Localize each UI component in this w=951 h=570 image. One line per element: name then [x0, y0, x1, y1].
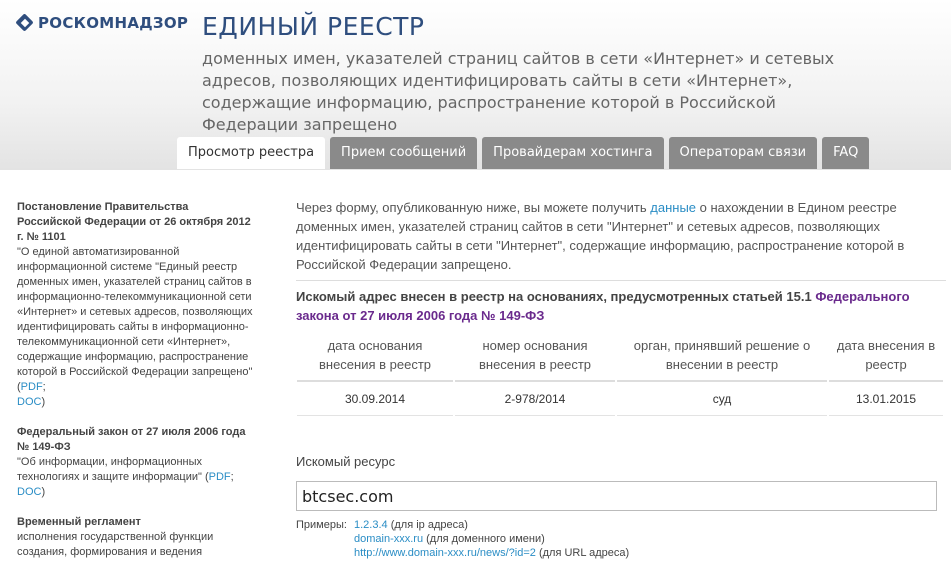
examples-label: Примеры: — [296, 519, 347, 531]
doc-doc-link[interactable]: DOC — [17, 486, 41, 498]
tab-telecom-operators[interactable]: Операторам связи — [668, 137, 818, 169]
doc-separator: ; — [42, 381, 46, 393]
page-subtitle: доменных имен, указателей страниц сайтов… — [202, 49, 835, 134]
roskomnadzor-logo-icon — [16, 14, 34, 32]
doc-doc-link[interactable]: DOC — [17, 396, 41, 408]
column-header: номер основания внесения в реестр — [455, 334, 615, 382]
example-row: http://www.domain-xxx.ru/news/?id=2 (для… — [296, 546, 629, 560]
doc-end: ) — [41, 486, 46, 498]
example-ip-link[interactable]: 1.2.3.4 — [354, 519, 388, 531]
doc-title: Временный регламент — [17, 516, 141, 528]
doc-separator: ; — [230, 471, 234, 483]
column-header: дата внесения в реестр — [829, 334, 943, 382]
column-header: орган, принявший решение о внесении в ре… — [617, 334, 827, 382]
doc-title: Постановление Правительства Российской Ф… — [17, 201, 251, 243]
doc-description: исполнения государственной функции созда… — [17, 531, 214, 558]
doc-end: ) — [41, 396, 46, 408]
example-url-note: (для URL адреса) — [535, 547, 630, 559]
intro-text: Через форму, опубликованную ниже, вы мож… — [296, 198, 946, 281]
data-link[interactable]: данные — [650, 200, 696, 215]
main-content: Через форму, опубликованную ниже, вы мож… — [296, 198, 946, 416]
registry-basis: Искомый адрес внесен в реестр на основан… — [296, 287, 946, 325]
example-domain-link[interactable]: domain-xxx.ru — [354, 533, 423, 545]
example-ip-note: (для ip адреса) — [387, 519, 468, 531]
tab-hosting-providers[interactable]: Провайдерам хостинга — [482, 137, 664, 169]
sidebar-doc: Федеральный закон от 27 июля 2006 года №… — [17, 425, 253, 500]
doc-description-text: "Об информации, информационных технологи… — [17, 456, 209, 483]
table-cell: суд — [617, 382, 827, 416]
doc-description: "О единой автоматизированной информацион… — [17, 245, 253, 410]
tab-registry-view[interactable]: Просмотр реестра — [177, 137, 326, 169]
doc-description-text: "О единой автоматизированной информацион… — [17, 246, 253, 393]
tab-messages[interactable]: Прием сообщений — [330, 137, 478, 169]
doc-description: "Об информации, информационных технологи… — [17, 455, 253, 500]
table-cell: 13.01.2015 — [829, 382, 943, 416]
logo[interactable]: РОСКОМНАДЗОР — [16, 14, 188, 32]
table-header-row: дата основания внесения в реестр номер о… — [297, 334, 943, 382]
logo-text: РОСКОМНАДЗОР — [38, 14, 189, 32]
sidebar-doc: Временный регламент исполнения государст… — [17, 515, 253, 560]
sidebar-doc: Постановление Правительства Российской Ф… — [17, 200, 253, 410]
page-title: ЕДИНЫЙ РЕЕСТР — [202, 12, 425, 41]
resource-input[interactable] — [296, 481, 937, 511]
column-header: дата основания внесения в реестр — [297, 334, 453, 382]
intro-text-start: Через форму, опубликованную ниже, вы мож… — [296, 200, 651, 215]
resource-label: Искомый ресурс — [296, 454, 396, 469]
tab-faq[interactable]: FAQ — [822, 137, 870, 169]
basis-text: Искомый адрес внесен в реестр на основан… — [296, 289, 816, 304]
example-ip: 1.2.3.4 (для ip адреса) — [354, 518, 468, 532]
table-cell: 2-978/2014 — [455, 382, 615, 416]
example-url-link[interactable]: http://www.domain-xxx.ru/news/?id=2 — [354, 547, 536, 559]
example-domain-note: (для доменного имени) — [423, 533, 545, 545]
main-tabs: Просмотр реестра Прием сообщений Провайд… — [177, 137, 874, 169]
table-cell: 30.09.2014 — [297, 382, 453, 416]
example-row: Примеры: 1.2.3.4 (для ip адреса) — [296, 518, 629, 532]
doc-pdf-link[interactable]: PDF — [21, 381, 43, 393]
table-row: 30.09.2014 2-978/2014 суд 13.01.2015 — [297, 382, 943, 416]
site-header: РОСКОМНАДЗОР ЕДИНЫЙ РЕЕСТР доменных имен… — [0, 0, 951, 170]
examples: Примеры: 1.2.3.4 (для ip адреса) domain-… — [296, 518, 629, 560]
doc-pdf-link[interactable]: PDF — [209, 471, 231, 483]
example-row: domain-xxx.ru (для доменного имени) — [296, 532, 629, 546]
registry-table: дата основания внесения в реестр номер о… — [295, 334, 945, 416]
doc-title: Федеральный закон от 27 июля 2006 года №… — [17, 426, 246, 453]
sidebar-documents: Постановление Правительства Российской Ф… — [17, 200, 253, 570]
